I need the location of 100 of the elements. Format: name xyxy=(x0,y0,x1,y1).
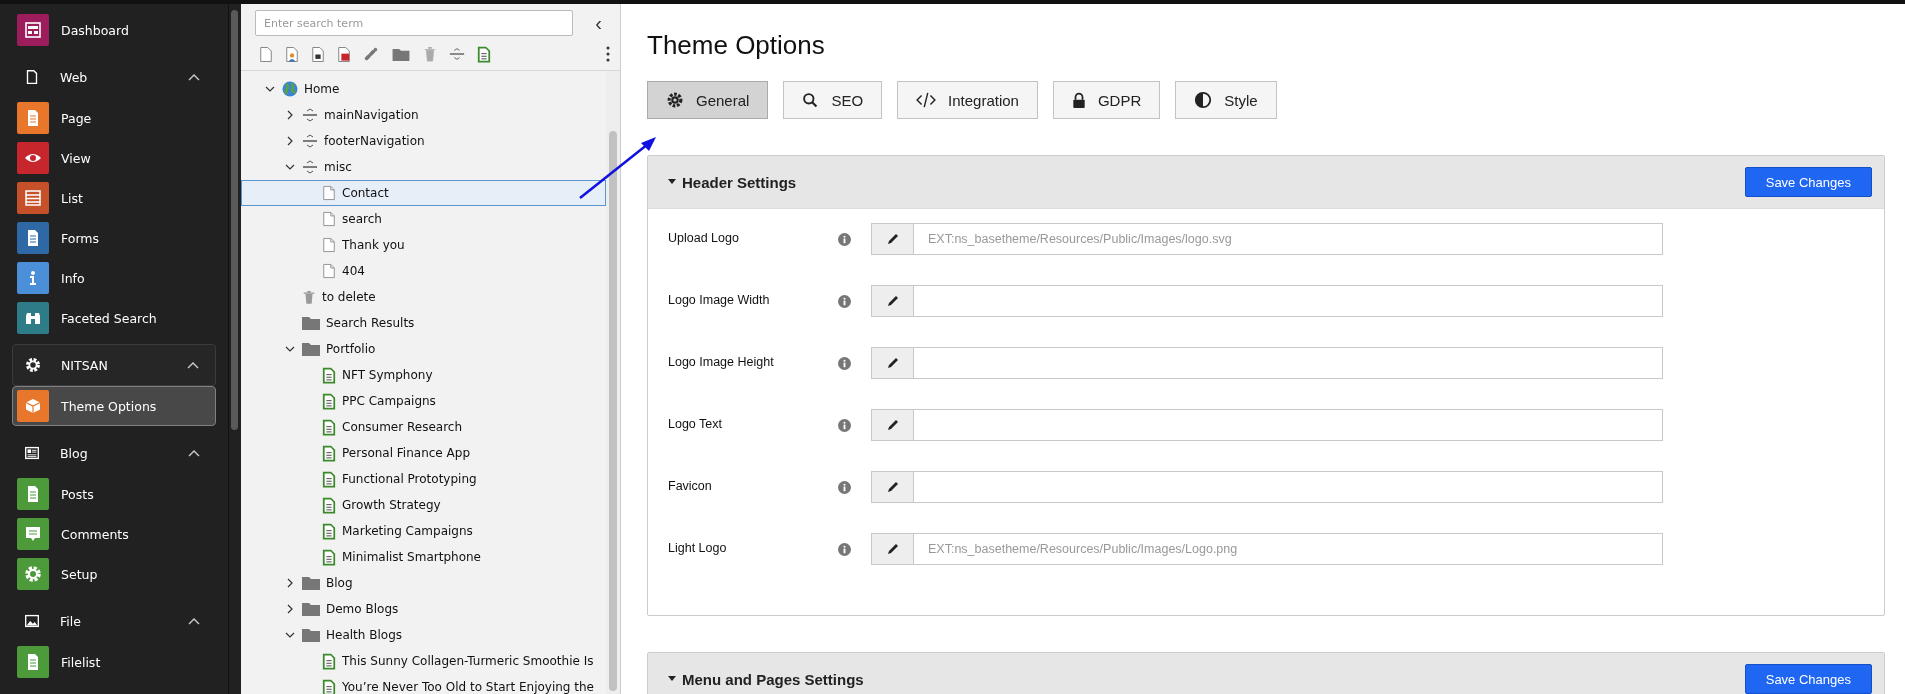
chevron-icon[interactable] xyxy=(188,73,200,81)
info-icon[interactable] xyxy=(838,419,851,432)
chevron-icon[interactable] xyxy=(285,604,295,614)
folder-icon xyxy=(302,576,320,590)
tree-node[interactable]: Marketing Campaigns xyxy=(241,518,606,544)
module-item[interactable]: Page xyxy=(0,98,216,138)
info-icon[interactable] xyxy=(838,481,851,494)
tree-node[interactable]: misc xyxy=(241,154,606,180)
tree-node[interactable]: search xyxy=(241,206,606,232)
tree-node[interactable]: Growth Strategy xyxy=(241,492,606,518)
tree-node[interactable]: to delete xyxy=(241,284,606,310)
tree-node[interactable]: Thank you xyxy=(241,232,606,258)
module-item[interactable]: List xyxy=(0,178,216,218)
tree-node[interactable]: NFT Symphony xyxy=(241,362,606,388)
gear-icon xyxy=(666,91,684,109)
tab[interactable]: SEO xyxy=(783,81,883,119)
pencil-icon xyxy=(885,294,900,308)
module-item[interactable]: View xyxy=(0,138,216,178)
chevron-icon[interactable] xyxy=(188,617,200,625)
code-icon xyxy=(916,92,937,108)
info-icon[interactable] xyxy=(838,543,851,556)
edit-button[interactable] xyxy=(872,348,914,378)
content-page-icon xyxy=(322,444,336,462)
tree-node[interactable]: Functional Prototyping xyxy=(241,466,606,492)
module-item[interactable]: Faceted Search xyxy=(0,298,216,338)
trash-icon xyxy=(302,289,316,305)
save-button[interactable]: Save Changes xyxy=(1744,664,1872,694)
tab[interactable]: Integration xyxy=(897,81,1038,119)
module-item[interactable]: Forms xyxy=(0,218,216,258)
tree-node[interactable]: mainNavigation xyxy=(241,102,606,128)
scrollbar-thumb[interactable] xyxy=(609,131,617,691)
tree-node[interactable]: PPC Campaigns xyxy=(241,388,606,414)
separator-icon[interactable] xyxy=(449,46,465,62)
tab[interactable]: General xyxy=(647,81,769,119)
info-icon[interactable] xyxy=(838,295,851,308)
tree-node[interactable]: Contact xyxy=(241,180,606,206)
chevron-icon[interactable] xyxy=(265,84,275,94)
page-shortcut-icon[interactable] xyxy=(311,45,325,63)
folder-icon xyxy=(302,342,320,356)
tree-node[interactable]: 404 xyxy=(241,258,606,284)
edit-button[interactable] xyxy=(872,534,914,564)
tab[interactable]: Style xyxy=(1175,81,1277,119)
chevron-icon[interactable] xyxy=(187,361,199,369)
module-item[interactable]: Setup xyxy=(0,554,216,594)
module-item[interactable]: Comments xyxy=(0,514,216,554)
page-user-icon[interactable] xyxy=(285,45,299,63)
module-group-header[interactable]: Blog xyxy=(0,432,216,474)
more-options-icon[interactable] xyxy=(606,46,610,62)
chevron-icon[interactable] xyxy=(285,344,295,354)
chevron-icon[interactable] xyxy=(285,578,295,588)
content-page-icon xyxy=(322,366,336,384)
search-field[interactable]: Enter search term xyxy=(255,10,573,36)
panel-toggle[interactable]: Menu and Pages Settings xyxy=(668,670,864,688)
page-link-icon[interactable] xyxy=(337,45,351,63)
lock-icon xyxy=(1071,91,1086,109)
edit-button[interactable] xyxy=(872,224,914,254)
tree-node[interactable]: footerNavigation xyxy=(241,128,606,154)
contrast-icon xyxy=(1194,91,1213,109)
tree-node[interactable]: Search Results xyxy=(241,310,606,336)
scrollbar-thumb[interactable] xyxy=(231,10,238,430)
chevron-icon[interactable] xyxy=(188,449,200,457)
tree-node[interactable]: Demo Blogs xyxy=(241,596,606,622)
tree-node[interactable]: Health Blogs xyxy=(241,622,606,648)
chevron-icon[interactable] xyxy=(285,630,295,640)
chevron-icon[interactable] xyxy=(285,162,295,172)
tree-node[interactable]: Consumer Research xyxy=(241,414,606,440)
folder-icon[interactable] xyxy=(391,46,411,62)
save-button[interactable]: Save Changes xyxy=(1744,167,1872,197)
tab[interactable]: GDPR xyxy=(1052,81,1161,119)
tree-node[interactable]: Minimalist Smartphone xyxy=(241,544,606,570)
edit-button[interactable] xyxy=(872,410,914,440)
module-item[interactable]: Filelist xyxy=(0,642,216,682)
info-icon[interactable] xyxy=(838,357,851,370)
new-page-icon[interactable] xyxy=(259,45,273,63)
tree-node[interactable]: Blog xyxy=(241,570,606,596)
edit-button[interactable] xyxy=(872,286,914,316)
module-group-header[interactable]: NITSAN xyxy=(12,344,216,386)
module-group-header[interactable]: File xyxy=(0,600,216,642)
module-group-header[interactable]: Web xyxy=(0,56,216,98)
module-item[interactable]: Theme Options xyxy=(12,386,216,426)
edit-button[interactable] xyxy=(872,472,914,502)
tree-node[interactable]: Portfolio xyxy=(241,336,606,362)
page-title: Theme Options xyxy=(647,30,826,61)
collapse-button[interactable]: ‹ xyxy=(587,13,610,33)
content-page-icon[interactable] xyxy=(477,45,491,63)
globe-icon xyxy=(282,81,298,97)
page-icon xyxy=(322,185,336,201)
info-icon[interactable] xyxy=(838,233,851,246)
module-item[interactable]: Dashboard xyxy=(0,10,216,50)
module-item[interactable]: Info xyxy=(0,258,216,298)
tree-node[interactable]: Home xyxy=(241,76,606,102)
chevron-icon[interactable] xyxy=(285,136,295,146)
module-item[interactable]: Posts xyxy=(0,474,216,514)
tree-node[interactable]: Personal Finance App xyxy=(241,440,606,466)
separator-icon xyxy=(302,107,318,123)
content-page-icon xyxy=(322,418,336,436)
panel-toggle[interactable]: Header Settings xyxy=(668,173,797,191)
chevron-icon[interactable] xyxy=(285,110,295,120)
tree-node[interactable]: This Sunny Collagen-Turmeric Smoothie Is xyxy=(241,648,606,674)
tree-node[interactable]: You’re Never Too Old to Start Enjoying the xyxy=(241,674,606,694)
